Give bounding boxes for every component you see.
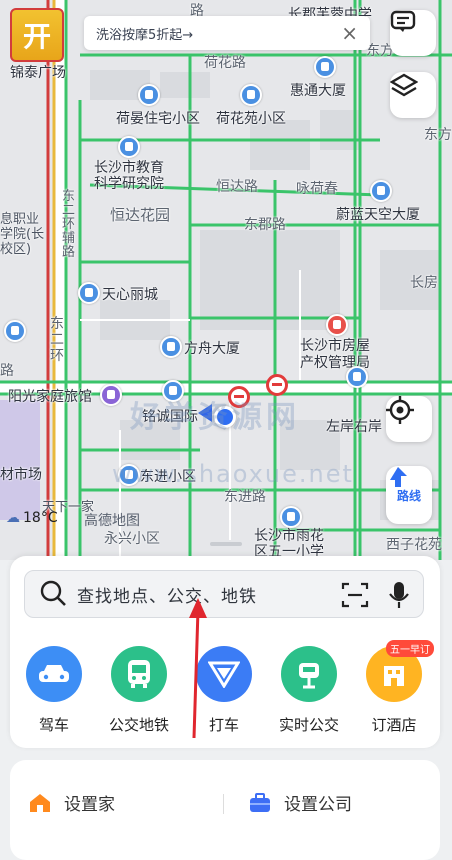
poi-pin[interactable]: [240, 84, 262, 106]
briefcase-icon: [250, 792, 270, 812]
road-label: 路: [0, 363, 14, 379]
road-label: 东二环: [50, 316, 64, 364]
map-label: 永兴小区: [104, 531, 160, 547]
quick-action-label: 驾车: [38, 716, 69, 734]
map-label: 西子花苑: [386, 537, 442, 553]
map-label[interactable]: 方舟大厦: [184, 338, 240, 358]
road-label: 荷花路: [204, 55, 246, 71]
map-label[interactable]: 阳光家庭旅馆: [8, 386, 92, 406]
bottom-sheet: 查找地点、公交、地铁 驾车 公交地铁 打车 实时公交 五一早订 订酒店: [10, 556, 440, 748]
road-label: 东郡路: [244, 217, 286, 233]
set-home-button[interactable]: 设置家: [28, 790, 115, 815]
temperature: 18°C: [23, 510, 58, 526]
road-label: 东进路: [224, 489, 266, 505]
road-label: 长房: [410, 275, 438, 291]
poi-pin[interactable]: [326, 314, 348, 336]
road-label: 咏荷春: [296, 181, 338, 197]
watermark-brand: 好学资源网: [130, 400, 300, 435]
route-label: 路线: [396, 488, 421, 503]
map-view[interactable]: 锦泰广场 荷花路 惠通大厦 荷晏住宅小区 荷花苑小区 长沙市教育 科学研究院 恒…: [0, 0, 452, 560]
map-label[interactable]: 天心丽城: [102, 284, 158, 304]
promo-text: 洗浴按摩5折起→: [96, 27, 194, 43]
quick-action-hotel[interactable]: 五一早订 订酒店: [355, 640, 434, 735]
annotation-arrow: [189, 598, 207, 739]
locate-icon: [386, 396, 414, 424]
poi-pin[interactable]: [78, 282, 100, 304]
poi-pin[interactable]: [314, 56, 336, 78]
road-label: 东二环辅路: [62, 189, 76, 260]
message-button[interactable]: [390, 10, 436, 56]
route-arrow-icon: [390, 467, 407, 487]
cloud-icon: ☁: [6, 510, 20, 526]
set-home-label: 设置家: [64, 795, 115, 815]
map-label[interactable]: 长沙市教育 科学研究院: [94, 160, 164, 192]
map-label: 恒达花园: [110, 206, 171, 224]
quick-action-transit[interactable]: 公交地铁: [100, 646, 178, 735]
promo-banner[interactable]: 洗浴按摩5折起→ ×: [84, 16, 370, 50]
poi-pin[interactable]: [100, 384, 122, 406]
close-icon[interactable]: ×: [341, 21, 358, 45]
set-company-label: 设置公司: [284, 795, 352, 815]
hotel-icon: 五一早订: [366, 640, 434, 702]
bus-stop-icon: [281, 646, 337, 702]
quick-action-drive[interactable]: 驾车: [15, 646, 93, 735]
quick-action-label: 实时公交: [278, 716, 339, 734]
locate-button[interactable]: [386, 396, 432, 442]
map-label[interactable]: 惠通大厦: [290, 80, 346, 100]
map-label[interactable]: 蔚蓝天空大厦: [336, 204, 420, 224]
scan-icon[interactable]: [341, 581, 369, 609]
route-button[interactable]: 路线: [386, 466, 432, 524]
poi-pin[interactable]: [370, 180, 392, 202]
map-label[interactable]: 息职业 学院(长 校区): [0, 212, 44, 257]
map-label[interactable]: 荷晏住宅小区: [116, 108, 200, 128]
search-bar[interactable]: 查找地点、公交、地铁: [24, 570, 424, 618]
map-label[interactable]: 材市场: [0, 464, 42, 484]
divider: [223, 794, 224, 814]
poi-pin[interactable]: [346, 366, 368, 388]
map-label[interactable]: 荷花苑小区: [216, 108, 286, 128]
message-icon: [390, 10, 416, 32]
road-label: 东方: [424, 127, 452, 143]
watermark-site: www.shaoxue.net: [112, 460, 354, 488]
sheet-drag-handle[interactable]: [210, 542, 242, 546]
amap-logo: 高德地图: [84, 513, 140, 529]
car-icon: [26, 646, 82, 702]
map-label[interactable]: 左岸右岸: [326, 416, 382, 436]
search-placeholder: 查找地点、公交、地铁: [77, 586, 257, 607]
favorites-card: 设置家 设置公司: [10, 760, 440, 860]
poi-pin[interactable]: [118, 136, 140, 158]
bus-icon: [111, 646, 167, 702]
poi-pin[interactable]: [4, 320, 26, 342]
quick-action-realtime-bus[interactable]: 实时公交: [270, 646, 348, 735]
poi-pin[interactable]: [138, 84, 160, 106]
search-icon: [40, 580, 66, 606]
microphone-icon[interactable]: [387, 580, 411, 610]
set-company-button[interactable]: 设置公司: [248, 790, 352, 815]
road-label: 恒达路: [216, 179, 258, 195]
poi-pin[interactable]: [280, 506, 302, 528]
poi-pin[interactable]: [160, 336, 182, 358]
promo-tag: 五一早订: [386, 640, 434, 657]
promo-badge[interactable]: 开: [10, 8, 64, 62]
quick-action-label: 订酒店: [371, 716, 417, 734]
map-label[interactable]: 锦泰广场: [10, 62, 66, 82]
layers-icon: [390, 73, 418, 97]
layers-button[interactable]: [390, 72, 436, 118]
weather[interactable]: ☁ 18°C: [6, 510, 58, 526]
home-icon: [30, 793, 50, 812]
quick-action-label: 公交地铁: [108, 716, 169, 734]
